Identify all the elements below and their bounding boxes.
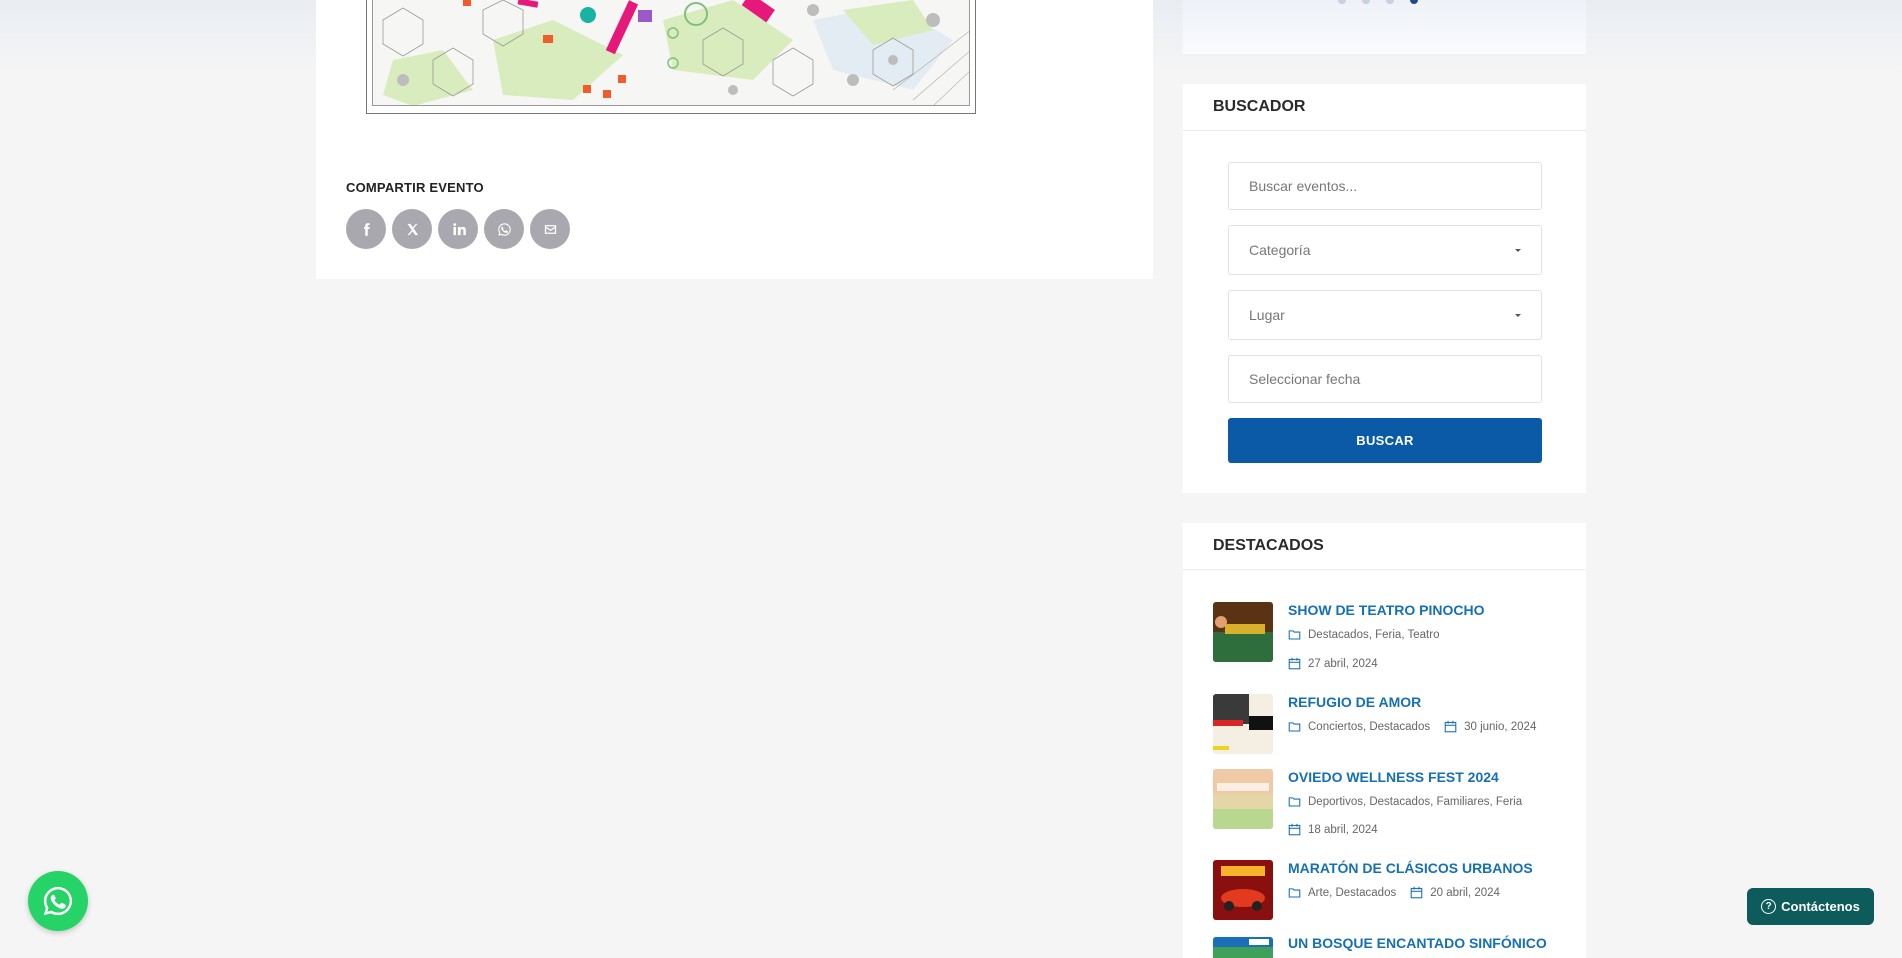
search-card: BUSCADOR Buscar eventos... Categoría Lug… (1183, 84, 1586, 493)
chevron-down-icon (1515, 313, 1521, 317)
event-categories: Arte, Destacados (1308, 886, 1397, 899)
contact-button-label: Contáctenos (1781, 899, 1860, 914)
place-select-value: Lugar (1249, 307, 1285, 323)
event-title-link[interactable]: UN BOSQUE ENCANTADO SINFÓNICO (1288, 935, 1547, 951)
share-event-title: COMPARTIR EVENTO (346, 180, 484, 195)
x-twitter-icon (407, 223, 418, 235)
search-button[interactable]: BUSCAR (1228, 418, 1542, 463)
event-thumbnail[interactable] (1213, 769, 1273, 829)
event-thumbnail[interactable] (1213, 937, 1273, 958)
share-email-button[interactable] (530, 209, 570, 249)
carousel-dot[interactable] (1362, 0, 1370, 4)
calendar-icon (1288, 823, 1301, 836)
share-whatsapp-button[interactable] (484, 209, 524, 249)
folder-icon (1288, 797, 1301, 807)
email-icon (544, 224, 556, 234)
share-x-button[interactable] (392, 209, 432, 249)
event-date: 18 abril, 2024 (1288, 823, 1392, 836)
event-date: 20 abril, 2024 (1430, 886, 1500, 899)
whatsapp-float-button[interactable] (28, 871, 88, 931)
facebook-icon (363, 222, 370, 236)
event-thumbnail[interactable] (1213, 694, 1273, 754)
featured-event-item: REFUGIO DE AMOR Conciertos, Destacados 3… (1213, 694, 1563, 756)
calendar-icon (1444, 720, 1457, 733)
event-categories: Destacados, Feria, Teatro (1288, 628, 1453, 641)
featured-event-item: MARATÓN DE CLÁSICOS URBANOS Arte, Destac… (1213, 860, 1563, 922)
venue-map-frame (366, 0, 976, 114)
search-card-title: BUSCADOR (1183, 84, 1586, 131)
share-buttons (346, 209, 570, 249)
carousel-dot[interactable] (1338, 0, 1346, 4)
event-categories: Deportivos, Destacados, Familiares, Feri… (1288, 795, 1536, 808)
chevron-down-icon (1515, 248, 1521, 252)
featured-event-item: OVIEDO WELLNESS FEST 2024 Deportivos, De… (1213, 769, 1563, 849)
folder-icon (1288, 888, 1301, 898)
carousel-dot-active[interactable] (1410, 0, 1418, 4)
event-title-link[interactable]: REFUGIO DE AMOR (1288, 694, 1421, 710)
venue-map-image (372, 0, 970, 106)
carousel-dots (1338, 0, 1418, 4)
featured-event-item: UN BOSQUE ENCANTADO SINFÓNICO (1213, 935, 1563, 958)
event-date: 30 junio, 2024 (1464, 720, 1537, 733)
category-select[interactable]: Categoría (1228, 225, 1542, 275)
calendar-icon (1410, 886, 1423, 899)
featured-events-card: DESTACADOS SHOW DE TEATRO PINOCHO Destac… (1183, 523, 1586, 958)
event-title-link[interactable]: MARATÓN DE CLÁSICOS URBANOS (1288, 860, 1533, 876)
event-content-card: COMPARTIR EVENTO (316, 0, 1153, 279)
linkedin-icon (452, 222, 466, 235)
folder-icon (1288, 722, 1301, 732)
event-thumbnail[interactable] (1213, 602, 1273, 662)
event-meta-row: Arte, Destacados 20 abril, 2024 (1288, 886, 1514, 899)
folder-icon (1288, 630, 1301, 640)
help-icon: ? (1761, 899, 1777, 914)
share-linkedin-button[interactable] (438, 209, 478, 249)
share-facebook-button[interactable] (346, 209, 386, 249)
carousel-dot[interactable] (1386, 0, 1394, 4)
sidebar-top-card (1183, 0, 1586, 54)
whatsapp-icon (43, 886, 73, 916)
event-meta-row: Conciertos, Destacados 30 junio, 2024 (1288, 720, 1550, 733)
search-keyword-input[interactable]: Buscar eventos... (1228, 162, 1542, 210)
event-date: 27 abril, 2024 (1288, 657, 1392, 670)
category-select-value: Categoría (1249, 242, 1311, 258)
event-title-link[interactable]: SHOW DE TEATRO PINOCHO (1288, 602, 1485, 618)
event-thumbnail[interactable] (1213, 860, 1273, 920)
whatsapp-icon (497, 222, 511, 236)
place-select[interactable]: Lugar (1228, 290, 1542, 340)
featured-card-title: DESTACADOS (1183, 523, 1586, 570)
event-title-link[interactable]: OVIEDO WELLNESS FEST 2024 (1288, 769, 1499, 785)
calendar-icon (1288, 657, 1301, 670)
featured-event-item: SHOW DE TEATRO PINOCHO Destacados, Feria… (1213, 602, 1563, 682)
contact-button[interactable]: ? Contáctenos (1747, 888, 1874, 925)
search-keyword-placeholder: Buscar eventos... (1249, 178, 1358, 194)
event-categories: Conciertos, Destacados (1308, 720, 1431, 733)
date-picker-placeholder: Seleccionar fecha (1249, 371, 1361, 387)
date-picker-input[interactable]: Seleccionar fecha (1228, 355, 1542, 403)
